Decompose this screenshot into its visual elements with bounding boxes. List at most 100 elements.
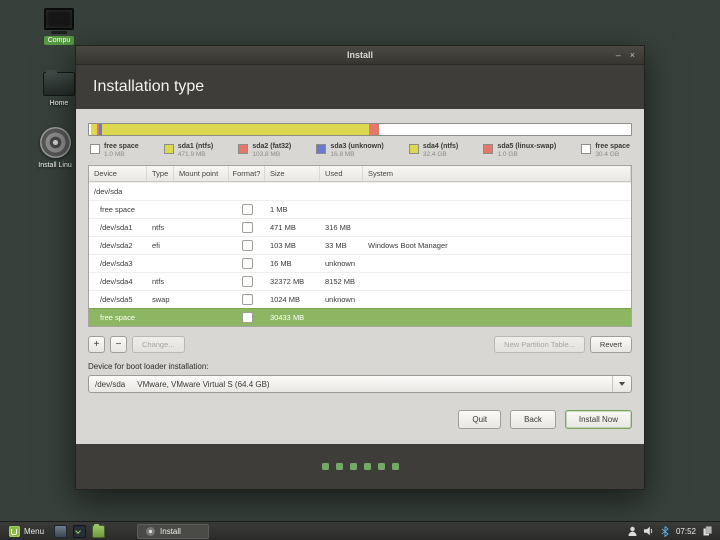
back-button[interactable]: Back [510, 410, 556, 429]
column-type: Type [147, 166, 174, 181]
page-title: Installation type [76, 65, 644, 109]
menu-button[interactable]: Menu [5, 524, 48, 539]
column-system: System [363, 166, 631, 181]
cell-system: Windows Boot Manager [363, 241, 631, 250]
partition-actions: + − Change... New Partition Table... Rev… [88, 336, 632, 353]
partition-bar [88, 123, 632, 136]
mint-logo-icon [9, 526, 20, 537]
quit-button[interactable]: Quit [458, 410, 501, 429]
user-icon[interactable] [628, 526, 637, 536]
files-tray-icon[interactable] [703, 526, 712, 536]
cell-size: 1024 MB [265, 295, 320, 304]
legend-item: sda5 (linux-swap) 1.0 GB [483, 143, 556, 158]
progress-dot [336, 463, 343, 470]
window-titlebar[interactable]: Install – × [76, 46, 644, 65]
legend-size: 32.4 GB [423, 151, 458, 158]
cell-device: /dev/sda [89, 187, 147, 196]
legend-swatch [581, 144, 591, 154]
cell-type: swap [147, 295, 174, 304]
show-desktop-icon[interactable] [54, 525, 67, 538]
cell-device: free space [89, 313, 147, 322]
cell-size: 471 MB [265, 223, 320, 232]
remove-partition-button[interactable]: − [110, 336, 127, 353]
column-device: Device [89, 166, 147, 181]
add-partition-button[interactable]: + [88, 336, 105, 353]
cell-used: 8152 MB [320, 277, 363, 286]
menu-label: Menu [24, 527, 44, 536]
cell-format [229, 258, 265, 269]
table-row-free-space-1[interactable]: free space 1 MB [89, 200, 631, 218]
cell-device: /dev/sda1 [89, 223, 147, 232]
table-row-sda4[interactable]: /dev/sda4 ntfs 32372 MB 8152 MB [89, 272, 631, 290]
progress-dot [364, 463, 371, 470]
column-format: Format? [229, 166, 265, 181]
bluetooth-icon[interactable] [661, 526, 669, 537]
install-window: Install – × Installation type free space… [75, 45, 645, 490]
legend-label: free space [595, 143, 630, 150]
partition-segment-sda5-linux-swap [369, 124, 379, 135]
install-task-icon [146, 527, 155, 536]
desktop-icon-computer[interactable]: Compu [30, 8, 88, 45]
files-icon[interactable] [92, 525, 105, 538]
cell-used: 33 MB [320, 241, 363, 250]
bootloader-description: VMware, VMware Virtual S (64.4 GB) [137, 380, 269, 389]
legend-item: sda3 (unknown) 16.8 MB [316, 143, 383, 158]
cell-type: efi [147, 241, 174, 250]
install-now-button[interactable]: Install Now [565, 410, 632, 429]
column-used: Used [320, 166, 363, 181]
volume-icon[interactable] [644, 526, 654, 536]
desktop-icon-label: Compu [44, 36, 75, 45]
legend-label: sda2 (fat32) [252, 143, 291, 150]
format-checkbox[interactable] [242, 204, 253, 215]
window-footer [76, 444, 644, 489]
partition-legend: free space 1.0 MB sda1 (ntfs) 471.9 MB s… [88, 143, 632, 158]
cell-used: unknown [320, 259, 363, 268]
close-button[interactable]: × [630, 46, 635, 64]
legend-label: sda4 (ntfs) [423, 143, 458, 150]
column-size: Size [265, 166, 320, 181]
cell-device: /dev/sda2 [89, 241, 147, 250]
table-row-dev-sda[interactable]: /dev/sda [89, 182, 631, 200]
progress-dot [392, 463, 399, 470]
terminal-icon[interactable] [73, 525, 86, 538]
revert-button[interactable]: Revert [590, 336, 632, 353]
legend-size: 1.0 MB [104, 151, 139, 158]
task-label: Install [160, 527, 181, 536]
partition-segment-free-space-2 [379, 124, 631, 135]
format-checkbox[interactable] [242, 276, 253, 287]
format-checkbox[interactable] [242, 240, 253, 251]
change-partition-button[interactable]: Change... [132, 336, 185, 353]
taskbar-task-install[interactable]: Install [137, 524, 209, 539]
window-content: free space 1.0 MB sda1 (ntfs) 471.9 MB s… [76, 109, 644, 444]
legend-item: free space 1.0 MB [90, 143, 139, 158]
table-row-sda1[interactable]: /dev/sda1 ntfs 471 MB 316 MB [89, 218, 631, 236]
cell-format [229, 294, 265, 305]
minimize-button[interactable]: – [616, 46, 621, 64]
new-partition-table-button[interactable]: New Partition Table... [494, 336, 585, 353]
format-checkbox[interactable] [242, 258, 253, 269]
legend-size: 103.8 MB [252, 151, 291, 158]
legend-item: free space 30.4 GB [581, 143, 630, 158]
legend-label: free space [104, 143, 139, 150]
table-row-free-space-2-selected[interactable]: free space 30433 MB [89, 308, 631, 326]
format-checkbox[interactable] [242, 312, 253, 323]
system-tray: 07:52 [628, 526, 715, 537]
taskbar: Menu Install 07:52 [0, 521, 720, 540]
partition-table: Device Type Mount point Format? Size Use… [88, 165, 632, 327]
table-row-sda5[interactable]: /dev/sda5 swap 1024 MB unknown [89, 290, 631, 308]
progress-dot [322, 463, 329, 470]
cell-used: 316 MB [320, 223, 363, 232]
legend-swatch [409, 144, 419, 154]
dropdown-arrow [612, 376, 631, 392]
clock[interactable]: 07:52 [676, 527, 696, 536]
bootloader-device: /dev/sda [95, 380, 125, 389]
bootloader-device-select[interactable]: /dev/sda VMware, VMware Virtual S (64.4 … [88, 375, 632, 393]
format-checkbox[interactable] [242, 222, 253, 233]
legend-item: sda1 (ntfs) 471.9 MB [164, 143, 213, 158]
table-row-sda3[interactable]: /dev/sda3 16 MB unknown [89, 254, 631, 272]
format-checkbox[interactable] [242, 294, 253, 305]
legend-swatch [316, 144, 326, 154]
table-row-sda2[interactable]: /dev/sda2 efi 103 MB 33 MB Windows Boot … [89, 236, 631, 254]
legend-size: 1.0 GB [497, 151, 556, 158]
cell-format [229, 204, 265, 215]
